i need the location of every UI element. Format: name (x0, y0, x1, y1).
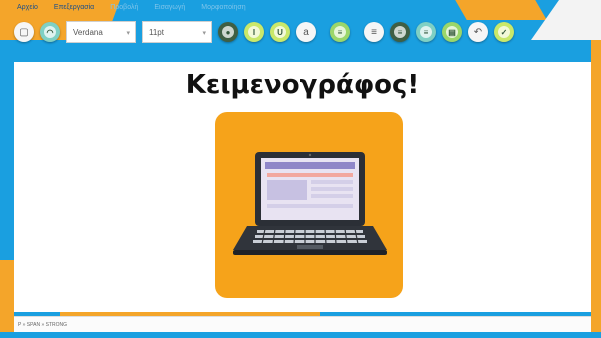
background-orange-right-strip (591, 40, 601, 338)
document-title: Κειμενογράφος! (185, 70, 420, 100)
font-family-select[interactable]: Verdana ▾ (66, 21, 136, 43)
check-icon: ✓ (498, 26, 510, 38)
align-justify-button[interactable]: ≡ (390, 22, 410, 42)
new-document-button[interactable]: ▢ (14, 22, 34, 42)
bottom-strip (0, 332, 601, 338)
document-editor[interactable]: Κειμενογράφος! (14, 62, 591, 312)
open-icon: ◠ (44, 26, 56, 38)
font-family-value: Verdana (73, 27, 103, 37)
underline-icon: U (274, 26, 286, 38)
chevron-down-icon: ▾ (202, 30, 206, 37)
laptop-image (215, 112, 403, 298)
align-left-button[interactable]: ≡ (364, 22, 384, 42)
check-button[interactable]: ✓ (494, 22, 514, 42)
menu-item-format[interactable]: Μορφοποίηση (198, 4, 248, 11)
font-size-value: 11pt (149, 27, 164, 37)
toolbar: ▢ ◠ Verdana ▾ 11pt ▾ ● I U a ≡ ≡ ≡ ≡ ▤ ↶… (14, 14, 594, 50)
indent-icon: ▤ (446, 26, 458, 38)
erase-button[interactable]: a (296, 22, 316, 42)
underline-button[interactable]: U (270, 22, 290, 42)
open-button[interactable]: ◠ (40, 22, 60, 42)
new-document-icon: ▢ (19, 26, 29, 38)
align-center-icon: ≡ (334, 26, 346, 38)
element-path: P » SPAN » STRONG (18, 321, 67, 328)
paint-button[interactable]: ● (218, 22, 238, 42)
align-justify-icon: ≡ (394, 26, 406, 38)
menu-item-file[interactable]: Αρχείο (14, 4, 41, 11)
indent-button[interactable]: ▤ (442, 22, 462, 42)
menu-item-edit[interactable]: Επεξεργασία (51, 4, 97, 11)
laptop-icon (233, 152, 387, 255)
italic-button[interactable]: I (244, 22, 264, 42)
menu-item-view[interactable]: Προβολή (107, 4, 141, 11)
italic-icon: I (248, 26, 260, 38)
undo-button[interactable]: ↶ (468, 22, 488, 42)
paint-icon: ● (222, 26, 234, 38)
menu-item-insert[interactable]: Εισαγωγή (151, 4, 188, 11)
chevron-down-icon: ▾ (126, 30, 130, 37)
font-size-select[interactable]: 11pt ▾ (142, 21, 212, 43)
erase-icon: a (303, 26, 309, 38)
undo-icon: ↶ (473, 26, 483, 38)
align-center-button[interactable]: ≡ (330, 22, 350, 42)
align-left-icon: ≡ (371, 26, 377, 38)
background-orange-strip (0, 260, 14, 338)
align-right-button[interactable]: ≡ (416, 22, 436, 42)
align-right-icon: ≡ (420, 26, 432, 38)
status-bar: P » SPAN » STRONG (14, 316, 591, 332)
menu-bar: Αρχείο Επεξεργασία Προβολή Εισαγωγή Μορφ… (14, 0, 249, 14)
